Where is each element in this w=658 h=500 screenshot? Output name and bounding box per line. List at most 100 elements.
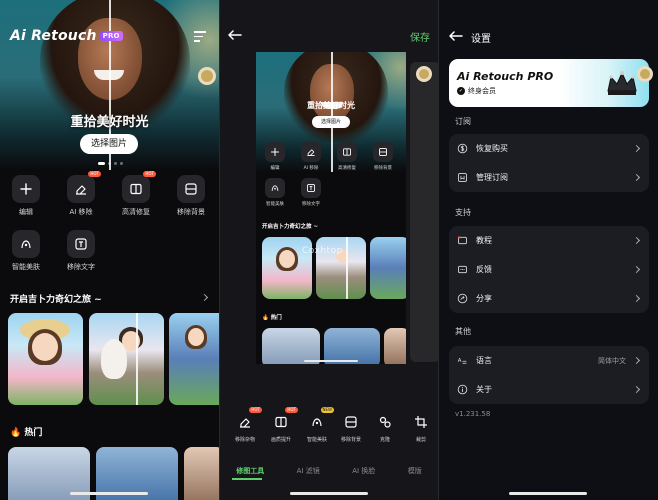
tool-icon-box: [67, 230, 95, 258]
preview-canvas[interactable]: 重拾美好时光 选择图片 编辑 AI 移除 高清修复 移除背景 智能美肤 移除文字 开启吉卜…: [256, 52, 406, 364]
chevron-right-icon[interactable]: [200, 293, 209, 302]
tool-enhance[interactable]: HOT 高清修复: [116, 171, 156, 217]
toolbar-enhance[interactable]: HOT 画质提升: [264, 407, 298, 443]
chevron-right-icon: [632, 173, 641, 182]
tool-face[interactable]: 智能美肤: [6, 230, 46, 272]
hero-title: 重拾美好时光: [70, 115, 149, 130]
tag-badge: HOT: [249, 407, 262, 413]
row-icon: A: [457, 355, 468, 366]
preview-home-indicator: [304, 360, 358, 362]
tool-label: 移除文字: [302, 202, 320, 207]
preview-hot-card: [384, 328, 406, 364]
language-icon: A: [458, 358, 467, 364]
toolbar-label: 移除背景: [340, 437, 361, 443]
remove-bg-icon: [345, 416, 357, 428]
settings-row-info[interactable]: 关于: [449, 375, 649, 404]
toolbar-label: 移除杂物: [234, 437, 255, 443]
active-tab-indicator: [232, 478, 262, 480]
toolbar-crop[interactable]: 裁剪: [404, 411, 438, 443]
tab-retouch-tools[interactable]: 修图工具: [236, 466, 264, 476]
tool-plus[interactable]: 编辑: [6, 175, 46, 217]
settings-group-label: 其他: [455, 327, 471, 336]
dollar-icon: [457, 143, 468, 154]
settings-row-language[interactable]: A 语言 简体中文: [449, 346, 649, 375]
tool-icon-box: HOT: [270, 407, 298, 433]
svg-text:A: A: [458, 358, 462, 364]
toolbar-eraser[interactable]: HOT 移除杂物: [228, 407, 262, 443]
compare-handle[interactable]: [198, 67, 216, 85]
tool-icon-box: [12, 175, 40, 203]
home-indicator: [509, 492, 587, 495]
preview-hot-title: 🔥 热门: [262, 315, 282, 321]
row-icon: [457, 143, 468, 154]
tool-eraser[interactable]: HOT AI 移除: [61, 171, 101, 217]
settings-row-tutorial[interactable]: 教程: [449, 226, 649, 255]
pro-title: Ai Retouch PRO: [457, 70, 554, 83]
preview-tool-face: 智能美肤: [260, 178, 290, 207]
anime-sample-card[interactable]: [89, 313, 164, 405]
pro-membership-card[interactable]: Ai Retouch PRO ✓ 终身会员: [449, 59, 649, 107]
row-label: 反馈: [476, 265, 492, 274]
back-arrow-icon[interactable]: [228, 30, 242, 40]
preview-tool-eraser: AI 移除: [296, 142, 326, 171]
chevron-right-icon: [632, 236, 641, 245]
home-indicator: [70, 492, 148, 495]
page-title: 设置: [471, 34, 491, 45]
tool-icon-box: [410, 411, 432, 433]
preview-compare-handle[interactable]: [416, 66, 432, 82]
tool-label: 编辑: [19, 208, 33, 216]
anime-sample-card[interactable]: [169, 313, 219, 405]
toolbar-label: 智能美肤: [306, 437, 327, 443]
tab-ai-filter[interactable]: AI 滤镜: [297, 466, 320, 476]
toolbar-remove-bg[interactable]: 移除背景: [334, 411, 368, 443]
hot-card[interactable]: [184, 447, 219, 500]
enhance-icon: [343, 148, 351, 156]
tool-label: AI 移除: [303, 166, 319, 171]
toolbar-clone[interactable]: 克隆: [368, 411, 402, 443]
hot-tag: HOT: [143, 171, 156, 177]
tool-remove-bg[interactable]: 移除背景: [171, 175, 211, 217]
chevron-right-icon: [632, 294, 641, 303]
tool-label: AI 移除: [69, 208, 93, 216]
carousel-dots: [98, 162, 123, 165]
preview-anime-title: 开启吉卜力奇幻之旅 ~: [262, 224, 319, 230]
select-image-button[interactable]: 选择图片: [80, 134, 138, 154]
preview-tool-enhance: 高清修复: [332, 142, 362, 171]
tool-text-remove[interactable]: 移除文字: [61, 230, 101, 272]
tool-icon-box: [374, 411, 396, 433]
next-page-preview[interactable]: [410, 62, 438, 362]
menu-icon[interactable]: [194, 31, 206, 45]
tool-icon-box: [12, 230, 40, 258]
anime-sample-card[interactable]: [8, 313, 83, 405]
tab-ai-face-swap[interactable]: AI 换脸: [352, 466, 375, 476]
crown-icon: [607, 71, 637, 95]
back-arrow-icon[interactable]: [449, 31, 463, 41]
tab-templates[interactable]: 模版: [408, 466, 422, 476]
tool-icon-box: [340, 411, 362, 433]
tool-label: 智能美肤: [266, 202, 284, 207]
row-label: 语言: [476, 356, 492, 365]
row-value: 简体中文: [598, 356, 626, 365]
settings-row-share[interactable]: 分享: [449, 284, 649, 313]
preview-tool-text-remove: 移除文字: [296, 178, 326, 207]
pro-card-handle: [637, 66, 653, 82]
toolbar-face[interactable]: NEW 智能美肤: [300, 407, 334, 443]
preview-tool-plus: 编辑: [260, 142, 290, 171]
settings-row-bookmark[interactable]: 管理订阅: [449, 163, 649, 192]
settings-row-dollar[interactable]: 恢复购买: [449, 134, 649, 163]
toolbar-label: 裁剪: [415, 437, 426, 443]
tool-label: 编辑: [270, 166, 280, 171]
settings-row-feedback[interactable]: 反馈: [449, 255, 649, 284]
tag-badge: HOT: [285, 407, 298, 413]
tool-icon-box: [265, 142, 285, 162]
watermark-text: Coxhtop: [302, 246, 343, 256]
tool-icon-box: [177, 175, 205, 203]
anime-section-title: 开启吉卜力奇幻之旅 ~: [10, 295, 102, 305]
app-version: v1.231.58: [455, 410, 491, 418]
save-button[interactable]: 保存: [410, 29, 430, 44]
chevron-right-icon: [632, 265, 641, 274]
settings-screen: 设置 Ai Retouch PRO ✓ 终身会员 订阅 恢复购买 管理订阅 支持 教程反…: [439, 0, 658, 500]
check-icon: ✓: [457, 87, 465, 95]
row-label: 关于: [476, 385, 492, 394]
tool-icon-box: [373, 142, 393, 162]
